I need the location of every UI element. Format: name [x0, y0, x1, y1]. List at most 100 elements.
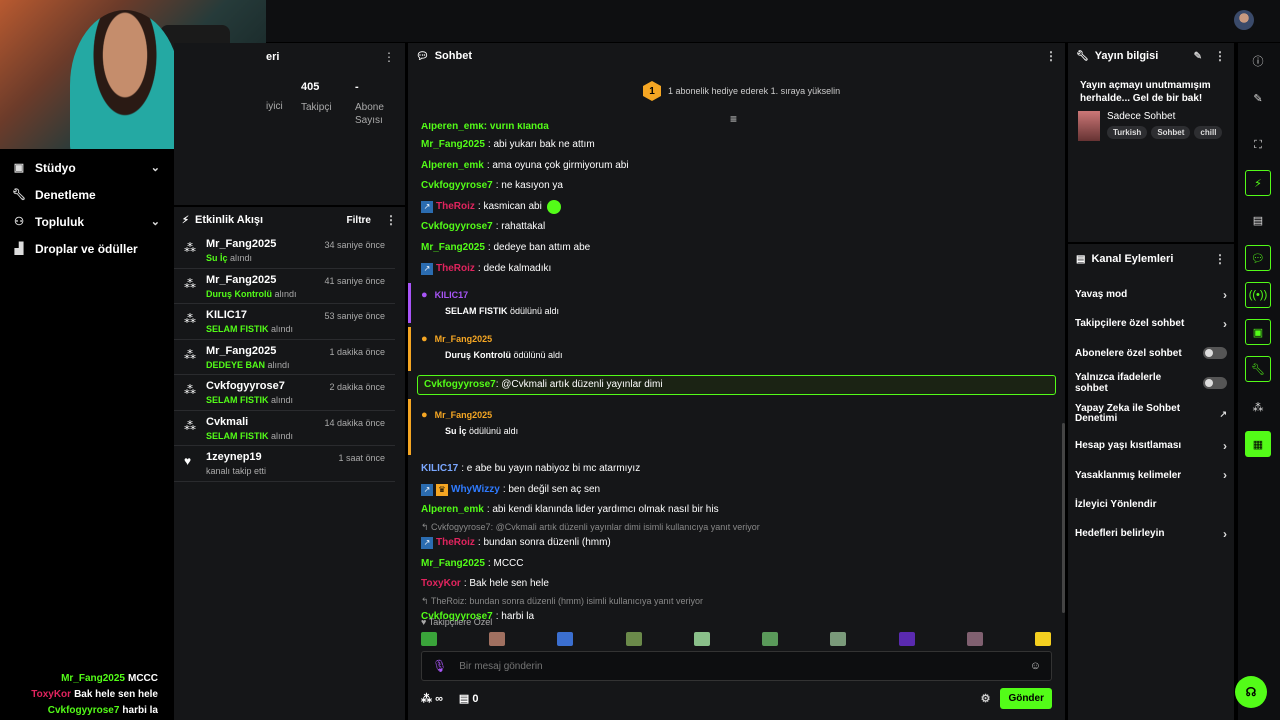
- message-user[interactable]: Cvkfogyyrose7: [421, 176, 493, 197]
- category-name[interactable]: Sadece Sohbet: [1107, 111, 1222, 122]
- message-user[interactable]: ToxyKor: [421, 574, 461, 595]
- event-user[interactable]: Mr_Fang2025: [206, 274, 324, 286]
- chat-message[interactable]: ToxyKor: Bak hele sen hele: [408, 574, 1065, 595]
- gift-leaderboard-banner[interactable]: 1 1 abonelik hediye ederek 1. sıraya yük…: [643, 81, 840, 101]
- edit-icon[interactable]: ✎: [1194, 51, 1202, 62]
- document-icon[interactable]: ▤: [1245, 207, 1271, 233]
- chat-icon[interactable]: 💬︎: [1245, 245, 1271, 271]
- nav-studio[interactable]: ▣ Stüdyo ⌄: [0, 154, 172, 181]
- emote-icon[interactable]: [693, 632, 710, 646]
- event-item[interactable]: ⁂ Cvkmali SELAM FISTIK alındı 14 dakika önc…: [174, 411, 395, 446]
- event-user[interactable]: KILIC17: [206, 309, 324, 321]
- more-icon[interactable]: ⋮: [385, 213, 397, 227]
- event-item[interactable]: ⁂ Mr_Fang2025 DEDEYE BAN alındı 1 dakika ön…: [174, 340, 395, 375]
- tag[interactable]: chill: [1194, 126, 1223, 139]
- message-user[interactable]: KILIC17: [421, 459, 458, 480]
- channel-action[interactable]: Abonelere özel sohbet: [1068, 339, 1234, 368]
- emote-icon[interactable]: [1034, 632, 1051, 646]
- broadcast-icon[interactable]: ((•)): [1245, 282, 1271, 308]
- more-icon[interactable]: ⋮: [1214, 252, 1226, 266]
- more-icon[interactable]: ⋮: [1045, 49, 1057, 63]
- chat-message[interactable]: Cvkfogyyrose7: ne kasıyon ya: [408, 176, 1065, 197]
- message-user[interactable]: Cvkfogyyrose7: [424, 379, 496, 390]
- chat-message[interactable]: ↗ ♛ WhyWizzy: ben değil sen aç sen: [408, 480, 1065, 501]
- category-thumbnail[interactable]: [1078, 111, 1100, 141]
- chat-message[interactable]: Cvkfogyyrose7: rahattakal: [408, 217, 1065, 238]
- pencil-icon[interactable]: ✎: [1245, 85, 1271, 111]
- chat-message[interactable]: ↗ TheRoiz: dede kalmadıkı: [408, 259, 1065, 280]
- channel-action[interactable]: Takipçilere özel sohbet ›: [1068, 309, 1234, 338]
- channel-action[interactable]: Hedefleri belirleyin ›: [1068, 519, 1234, 548]
- channel-action[interactable]: Yalnızca ifadelerle sohbet: [1068, 368, 1234, 397]
- chat-message[interactable]: ↗ TheRoiz: kasmican abi: [408, 197, 1065, 218]
- message-user[interactable]: Alperen_emk: [421, 500, 484, 521]
- chat-message[interactable]: Cvkfogyyrose7: harbi la: [408, 607, 1065, 628]
- wrench-icon[interactable]: 🔧︎: [1245, 356, 1271, 382]
- emoji-icon[interactable]: ☺: [1030, 660, 1041, 672]
- event-item[interactable]: ⁂ Mr_Fang2025 Su İç alındı 34 saniye önce: [174, 233, 395, 269]
- chat-message[interactable]: Mr_Fang2025: dedeye ban attım abe: [408, 238, 1065, 259]
- emote-icon[interactable]: [557, 632, 574, 646]
- emote-icon[interactable]: [898, 632, 915, 646]
- event-item[interactable]: ♥ 1zeynep19 kanalı takip etti 1 saat önce: [174, 446, 395, 482]
- emote-icon[interactable]: [625, 632, 642, 646]
- channel-points[interactable]: ⁂ ∞: [421, 692, 443, 705]
- emote-icon[interactable]: [421, 632, 437, 646]
- more-icon[interactable]: ⋮: [383, 50, 395, 64]
- gear-icon[interactable]: ⚙: [981, 692, 991, 705]
- message-user[interactable]: TheRoiz: [436, 259, 475, 280]
- highlighted-message[interactable]: Cvkfogyyrose7: @Cvkmali artık düzenli ya…: [417, 375, 1056, 396]
- chat-input[interactable]: [459, 660, 1030, 672]
- layout-icon[interactable]: ▣: [1245, 319, 1271, 345]
- chat-scrollbar[interactable]: [1062, 423, 1065, 613]
- nav-moderation[interactable]: 🔧︎ Denetleme: [0, 181, 172, 208]
- emote-icon[interactable]: [489, 632, 506, 646]
- info-icon[interactable]: ⓘ: [1245, 48, 1271, 74]
- tag[interactable]: Turkish: [1107, 126, 1148, 139]
- message-user[interactable]: Mr_Fang2025: [421, 554, 485, 575]
- event-user[interactable]: 1zeynep19: [206, 451, 338, 463]
- chat-message[interactable]: Alperen_emk: abi kendi klanında lider ya…: [408, 500, 1065, 521]
- event-item[interactable]: ⁂ Mr_Fang2025 Duruş Kontrolü alındı 41 sani…: [174, 269, 395, 304]
- channel-action[interactable]: İzleyici Yönlendir: [1068, 490, 1234, 519]
- event-user[interactable]: Mr_Fang2025: [206, 238, 324, 250]
- message-user[interactable]: Mr_Fang2025: [421, 238, 485, 259]
- channel-action[interactable]: Yapay Zeka ile Sohbet Denetimi ↗: [1068, 397, 1234, 431]
- user-avatar[interactable]: [1234, 10, 1254, 30]
- toggle-switch[interactable]: [1203, 347, 1227, 360]
- send-button[interactable]: Gönder: [1000, 687, 1052, 709]
- message-user[interactable]: TheRoiz: [436, 533, 475, 554]
- support-chat-button[interactable]: ☊: [1235, 676, 1267, 708]
- message-user[interactable]: Mr_Fang2025: [421, 135, 485, 156]
- emote-icon[interactable]: [830, 632, 847, 646]
- message-user[interactable]: Alperen_emk: [421, 156, 484, 177]
- channel-action[interactable]: Hesap yaşı kısıtlaması ›: [1068, 431, 1234, 460]
- chat-message[interactable]: ↗ TheRoiz: bundan sonra düzenli (hmm): [408, 533, 1065, 554]
- channel-action[interactable]: Yavaş mod ›: [1068, 280, 1234, 309]
- message-user[interactable]: TheRoiz: [436, 197, 475, 218]
- toggle-switch[interactable]: [1203, 376, 1227, 389]
- event-item[interactable]: ⁂ Cvkfogyyrose7 SELAM FISTIK alındı 2 dakik…: [174, 375, 395, 411]
- message-user[interactable]: Cvkfogyyrose7: [421, 217, 493, 238]
- chat-message[interactable]: KILIC17: e abe bu yayın nabiyoz bi mc at…: [408, 459, 1065, 480]
- chat-message[interactable]: Alperen_emk: ama oyuna çok girmiyorum ab…: [408, 156, 1065, 177]
- nav-drops-rewards[interactable]: ▟ Droplar ve ödüller: [0, 235, 172, 262]
- channel-action[interactable]: Yasaklanmış kelimeler ›: [1068, 460, 1234, 489]
- emote-icon[interactable]: [762, 632, 779, 646]
- chat-message[interactable]: Mr_Fang2025: abi yukarı bak ne attım: [408, 135, 1065, 156]
- screen-capture-icon[interactable]: ⛶: [1245, 132, 1271, 158]
- apps-icon[interactable]: ▦: [1245, 431, 1271, 457]
- chat-message[interactable]: Mr_Fang2025: MCCC: [408, 554, 1065, 575]
- emote-icon[interactable]: [966, 632, 983, 646]
- event-user[interactable]: Mr_Fang2025: [206, 345, 329, 357]
- points-icon[interactable]: ⁂: [1245, 394, 1271, 420]
- filter-button[interactable]: Filtre: [347, 215, 371, 226]
- message-user[interactable]: WhyWizzy: [451, 480, 500, 501]
- chat-input-box[interactable]: 🎙︎ ☺: [421, 651, 1052, 681]
- lightning-icon[interactable]: ⚡︎: [1245, 170, 1271, 196]
- event-user[interactable]: Cvkmali: [206, 416, 324, 428]
- event-item[interactable]: ⁂ KILIC17 SELAM FISTIK alındı 53 saniye önc…: [174, 304, 395, 340]
- tag[interactable]: Sohbet: [1151, 126, 1191, 139]
- nav-community[interactable]: ⚇ Topluluk ⌄: [0, 208, 172, 235]
- event-user[interactable]: Cvkfogyyrose7: [206, 380, 329, 392]
